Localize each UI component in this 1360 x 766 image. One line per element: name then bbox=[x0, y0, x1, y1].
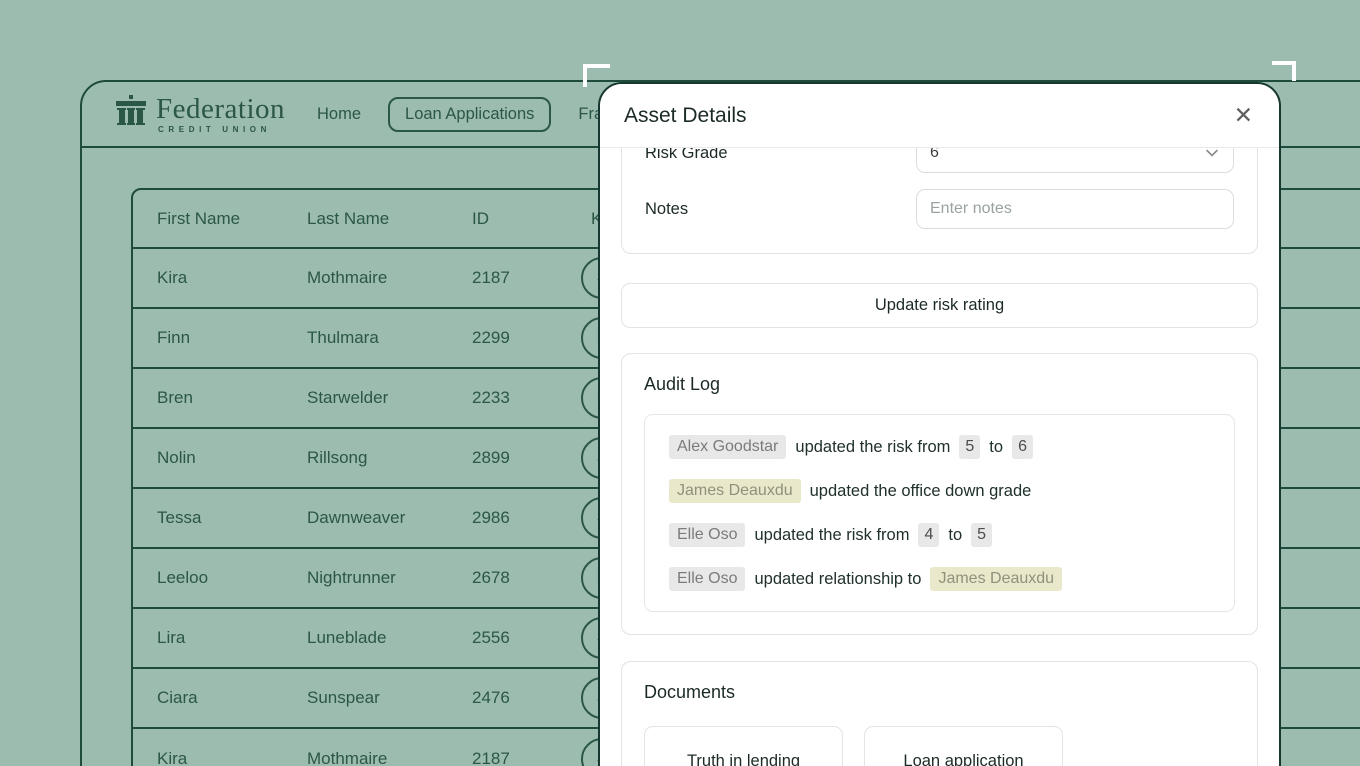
audit-text: updated the office down grade bbox=[810, 482, 1032, 501]
main-nav: HomeLoan ApplicationsFraud bbox=[317, 97, 621, 132]
cell-last-name: Dawnweaver bbox=[307, 508, 472, 528]
audit-chip-user: Elle Oso bbox=[669, 523, 745, 547]
audit-log-entry: Alex Goodstar updated the risk from 5 to 6 bbox=[669, 425, 1210, 469]
audit-text: to bbox=[989, 438, 1003, 457]
cell-id: 2986 bbox=[472, 508, 581, 528]
cell-first-name: Lira bbox=[157, 628, 307, 648]
table-header-cell: ID bbox=[472, 209, 581, 229]
cell-last-name: Rillsong bbox=[307, 448, 472, 468]
document-buttons: Truth in lending Loan application bbox=[644, 726, 1235, 766]
cell-id: 2476 bbox=[472, 688, 581, 708]
risk-grade-value: 6 bbox=[930, 148, 939, 162]
cell-last-name: Mothmaire bbox=[307, 749, 472, 766]
chevron-down-icon bbox=[1204, 148, 1220, 161]
audit-chip-value: 4 bbox=[918, 523, 939, 547]
cell-last-name: Mothmaire bbox=[307, 268, 472, 288]
update-risk-rating-button[interactable]: Update risk rating bbox=[621, 283, 1258, 328]
modal-body: Risk Grade 6 Notes Update risk rating Au… bbox=[600, 148, 1279, 766]
cell-last-name: Starwelder bbox=[307, 388, 472, 408]
bank-icon bbox=[116, 94, 146, 130]
cell-last-name: Luneblade bbox=[307, 628, 472, 648]
cell-id: 2187 bbox=[472, 749, 581, 766]
risk-grade-row: Risk Grade 6 bbox=[645, 148, 1234, 173]
cell-id: 2299 bbox=[472, 328, 581, 348]
audit-text: to bbox=[948, 526, 962, 545]
cell-id: 2187 bbox=[472, 268, 581, 288]
audit-chip-user: Elle Oso bbox=[669, 567, 745, 591]
documents-card: Documents Truth in lending Loan applicati… bbox=[621, 661, 1258, 766]
cell-id: 2556 bbox=[472, 628, 581, 648]
cell-first-name: Bren bbox=[157, 388, 307, 408]
cell-last-name: Sunspear bbox=[307, 688, 472, 708]
document-button-truth-in-lending[interactable]: Truth in lending bbox=[644, 726, 843, 766]
cell-id: 2899 bbox=[472, 448, 581, 468]
brand-name: Federation bbox=[156, 94, 285, 124]
cell-first-name: Ciara bbox=[157, 688, 307, 708]
audit-chip-user-highlight: James Deauxdu bbox=[930, 567, 1062, 591]
notes-field-wrap bbox=[916, 189, 1234, 229]
table-header-cell: Last Name bbox=[307, 209, 472, 229]
audit-log-entry: James Deauxdu updated the office down gra… bbox=[669, 469, 1210, 513]
cell-first-name: Nolin bbox=[157, 448, 307, 468]
corner-bracket-top-right-icon bbox=[1272, 61, 1296, 81]
modal-header: Asset Details ✕ bbox=[600, 84, 1279, 148]
audit-log-entry: Elle Oso updated relationship to James Dea… bbox=[669, 557, 1210, 601]
audit-chip-user: Alex Goodstar bbox=[669, 435, 786, 459]
corner-bracket-top-left-icon bbox=[583, 64, 610, 87]
cell-id: 2233 bbox=[472, 388, 581, 408]
asset-details-modal: Asset Details ✕ Risk Grade 6 Notes Up bbox=[598, 82, 1281, 766]
cell-first-name: Finn bbox=[157, 328, 307, 348]
audit-text: updated relationship to bbox=[754, 570, 921, 589]
audit-chip-value: 5 bbox=[959, 435, 980, 459]
nav-item-loan-applications[interactable]: Loan Applications bbox=[388, 97, 551, 132]
nav-item-home[interactable]: Home bbox=[317, 105, 361, 124]
notes-input[interactable] bbox=[930, 200, 1220, 218]
cell-first-name: Kira bbox=[157, 749, 307, 766]
documents-title: Documents bbox=[644, 682, 1235, 703]
cell-first-name: Kira bbox=[157, 268, 307, 288]
cell-last-name: Nightrunner bbox=[307, 568, 472, 588]
risk-form-card: Risk Grade 6 Notes bbox=[621, 148, 1258, 254]
close-icon[interactable]: ✕ bbox=[1234, 104, 1253, 127]
brand-tagline: CREDIT UNION bbox=[156, 125, 285, 134]
audit-text: updated the risk from bbox=[754, 526, 909, 545]
audit-log-entry: Elle Oso updated the risk from 4 to 5 bbox=[669, 513, 1210, 557]
cell-id: 2678 bbox=[472, 568, 581, 588]
audit-text: updated the risk from bbox=[795, 438, 950, 457]
cell-first-name: Leeloo bbox=[157, 568, 307, 588]
brand-logo: Federation CREDIT UNION bbox=[116, 94, 285, 134]
audit-log-card: Audit Log Alex Goodstar updated the risk … bbox=[621, 353, 1258, 635]
audit-log-panel: Alex Goodstar updated the risk from 5 to 6 Ja… bbox=[644, 414, 1235, 612]
modal-title: Asset Details bbox=[624, 104, 747, 128]
risk-grade-label: Risk Grade bbox=[645, 148, 916, 163]
audit-chip-value: 5 bbox=[971, 523, 992, 547]
cell-last-name: Thulmara bbox=[307, 328, 472, 348]
table-header-cell: First Name bbox=[157, 209, 307, 229]
audit-chip-value: 6 bbox=[1012, 435, 1033, 459]
notes-label: Notes bbox=[645, 200, 916, 219]
audit-log-title: Audit Log bbox=[644, 374, 1235, 395]
audit-chip-user-highlight: James Deauxdu bbox=[669, 479, 801, 503]
cell-first-name: Tessa bbox=[157, 508, 307, 528]
document-button-loan-application[interactable]: Loan application bbox=[864, 726, 1063, 766]
risk-grade-select[interactable]: 6 bbox=[916, 148, 1234, 173]
notes-row: Notes bbox=[645, 189, 1234, 229]
